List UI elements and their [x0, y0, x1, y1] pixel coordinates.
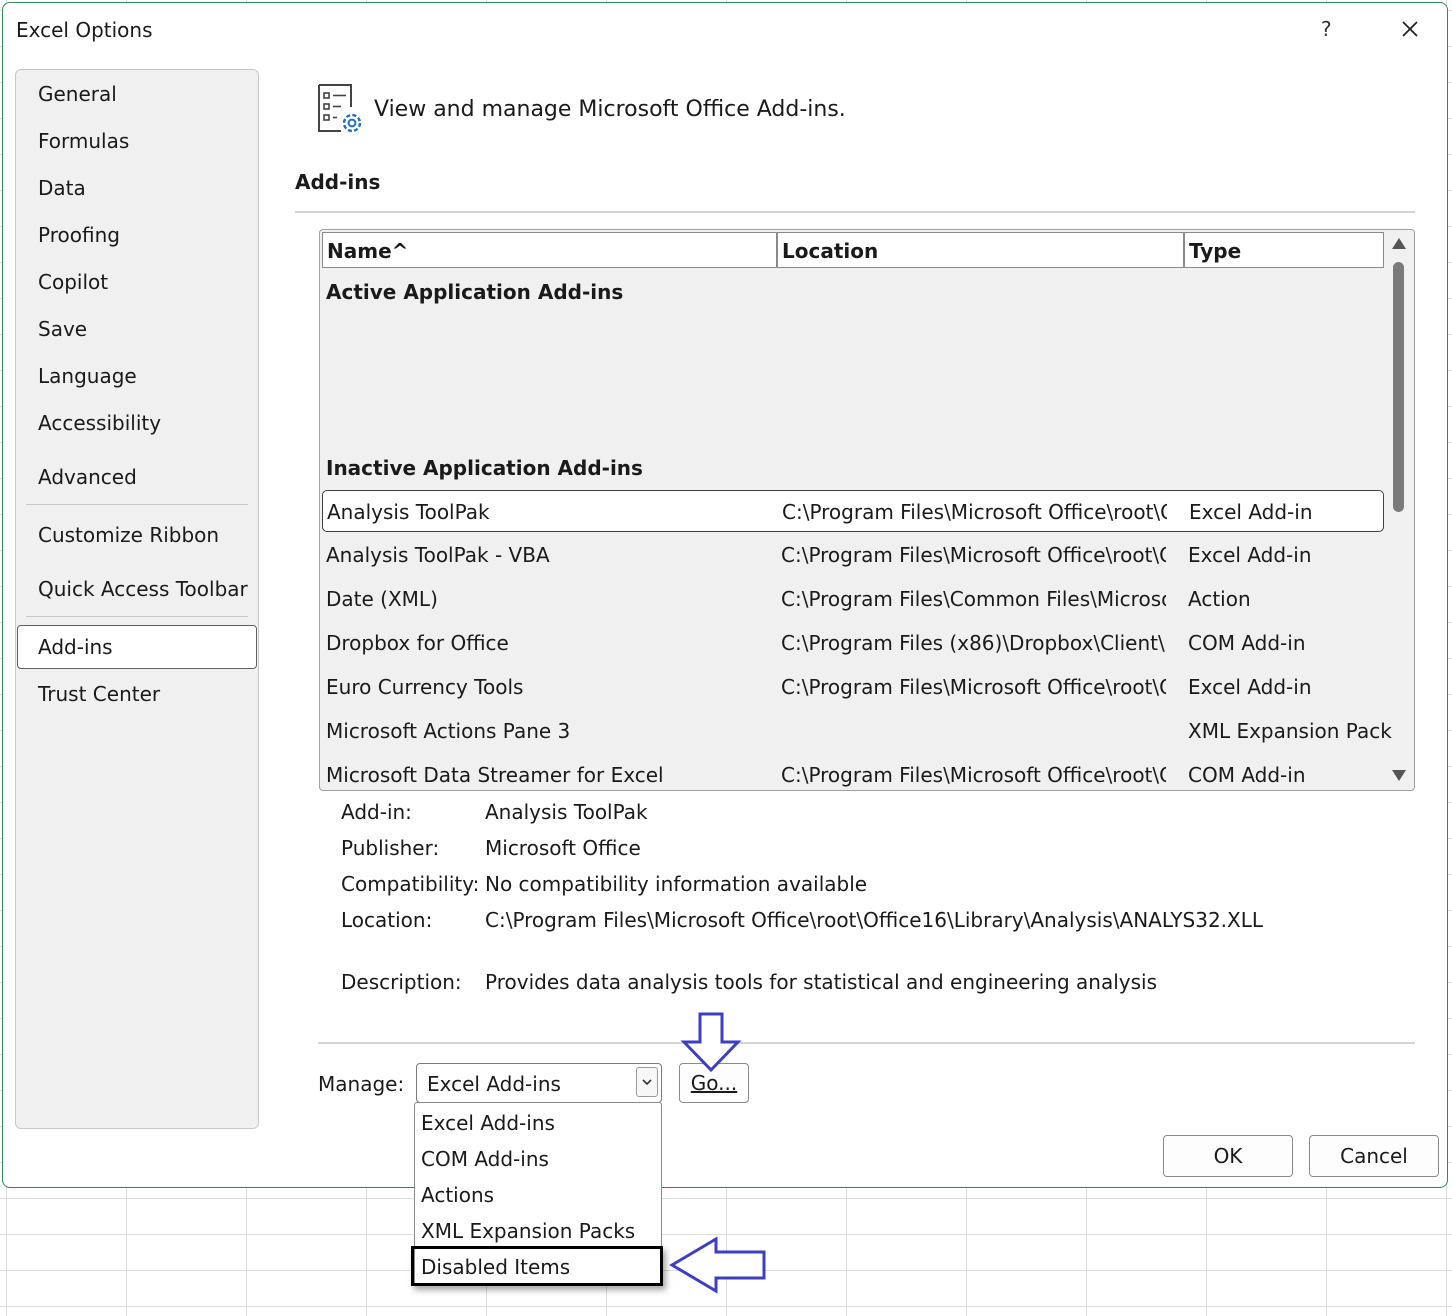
detail-location-value: C:\Program Files\Microsoft Office\root\O… [485, 908, 1264, 932]
section-title: Add-ins [295, 170, 381, 194]
sidebar-item-proofing[interactable]: Proofing [38, 223, 120, 247]
table-row[interactable]: Euro Currency Tools C:\Program Files\Mic… [322, 666, 1384, 708]
addins-list: Name^ Location Type Active Application A… [319, 229, 1415, 791]
sidebar-item-language[interactable]: Language [38, 364, 137, 388]
scroll-up-icon[interactable] [1392, 238, 1406, 249]
option-com-add-ins[interactable]: COM Add-ins [421, 1147, 549, 1171]
detail-compatibility-value: No compatibility information available [485, 872, 868, 896]
manage-label: Manage: [318, 1072, 405, 1096]
sidebar-item-save[interactable]: Save [38, 317, 87, 341]
dropdown-button[interactable] [636, 1067, 658, 1097]
row-type: Action [1188, 587, 1251, 611]
row-location: C:\Program Files\Common Files\Microsof [781, 587, 1166, 611]
option-xml-expansion-packs[interactable]: XML Expansion Packs [421, 1219, 635, 1243]
close-icon[interactable] [1396, 15, 1424, 43]
page-heading: View and manage Microsoft Office Add-ins… [374, 97, 846, 122]
sidebar-item-trust-center[interactable]: Trust Center [38, 682, 160, 706]
sidebar-divider [26, 504, 248, 505]
cancel-button[interactable]: Cancel [1309, 1135, 1439, 1177]
row-name: Microsoft Data Streamer for Excel [326, 763, 664, 787]
manage-divider [318, 1042, 1415, 1044]
chevron-down-icon [642, 1079, 652, 1086]
scroll-thumb[interactable] [1393, 262, 1404, 512]
detail-location-label: Location: [341, 908, 433, 932]
column-header-location[interactable]: Location [777, 232, 1184, 268]
row-name: Analysis ToolPak - VBA [326, 543, 550, 567]
row-type: Excel Add-in [1189, 500, 1313, 524]
sidebar-item-quick-access-toolbar[interactable]: Quick Access Toolbar [38, 577, 248, 601]
sidebar-item-customize-ribbon[interactable]: Customize Ribbon [38, 523, 219, 547]
section-divider [295, 211, 1415, 213]
detail-addin-value: Analysis ToolPak [485, 800, 648, 824]
excel-options-dialog: Excel Options ? General Formulas Data Pr… [2, 2, 1448, 1188]
left-arrow-annotation-icon [669, 1236, 766, 1294]
row-type: XML Expansion Pack [1188, 719, 1392, 743]
sidebar-item-formulas[interactable]: Formulas [38, 129, 129, 153]
row-location: C:\Program Files\Microsoft Office\root\O [781, 763, 1166, 787]
detail-description-value: Provides data analysis tools for statist… [485, 970, 1158, 994]
table-row[interactable]: Date (XML) C:\Program Files\Common Files… [322, 578, 1384, 620]
detail-description-label: Description: [341, 970, 462, 994]
disabled-items-highlight [411, 1246, 663, 1286]
sidebar-item-accessibility[interactable]: Accessibility [38, 411, 161, 435]
group-inactive-addins: Inactive Application Add-ins [326, 456, 643, 480]
row-location: C:\Program Files\Microsoft Office\root\O [781, 543, 1166, 567]
dialog-title: Excel Options [16, 18, 153, 42]
row-location: C:\Program Files\Microsoft Office\root\O [781, 675, 1166, 699]
option-actions[interactable]: Actions [421, 1183, 494, 1207]
list-scrollbar[interactable] [1386, 232, 1412, 788]
group-active-addins: Active Application Add-ins [326, 280, 624, 304]
addins-settings-icon [318, 84, 362, 133]
row-name: Dropbox for Office [326, 631, 509, 655]
row-name: Date (XML) [326, 587, 438, 611]
title-bar: Excel Options ? [3, 3, 1447, 59]
sidebar-item-general[interactable]: General [38, 82, 117, 106]
row-type: Excel Add-in [1188, 675, 1312, 699]
column-header-name[interactable]: Name^ [322, 232, 777, 268]
row-name: Microsoft Actions Pane 3 [326, 719, 571, 743]
manage-selected-value: Excel Add-ins [427, 1072, 561, 1096]
manage-select[interactable]: Excel Add-ins [416, 1063, 662, 1103]
options-sidebar: General Formulas Data Proofing Copilot S… [15, 69, 259, 1129]
sidebar-item-advanced[interactable]: Advanced [38, 465, 137, 489]
row-location: C:\Program Files (x86)\Dropbox\Client\22 [781, 631, 1166, 655]
table-row[interactable]: Microsoft Data Streamer for Excel C:\Pro… [322, 754, 1384, 790]
scroll-down-icon[interactable] [1392, 770, 1406, 781]
row-name: Analysis ToolPak [327, 500, 490, 524]
detail-compatibility-label: Compatibility: [341, 872, 480, 896]
table-row[interactable]: Dropbox for Office C:\Program Files (x86… [322, 622, 1384, 664]
detail-publisher-value: Microsoft Office [485, 836, 641, 860]
help-button[interactable]: ? [1321, 17, 1332, 41]
sidebar-divider [26, 616, 248, 617]
row-location: C:\Program Files\Microsoft Office\root\O [782, 500, 1167, 524]
table-row[interactable]: Analysis ToolPak C:\Program Files\Micros… [322, 490, 1384, 532]
ok-button[interactable]: OK [1163, 1135, 1293, 1177]
option-excel-add-ins[interactable]: Excel Add-ins [421, 1111, 555, 1135]
row-type: Excel Add-in [1188, 543, 1312, 567]
row-name: Euro Currency Tools [326, 675, 524, 699]
row-type: COM Add-in [1188, 631, 1306, 655]
sidebar-item-add-ins[interactable]: Add-ins [38, 635, 113, 659]
go-button-label: Go... [690, 1071, 738, 1095]
row-type: COM Add-in [1188, 763, 1306, 787]
down-arrow-annotation-icon [680, 1012, 742, 1073]
detail-publisher-label: Publisher: [341, 836, 440, 860]
table-row[interactable]: Microsoft Actions Pane 3 XML Expansion P… [322, 710, 1392, 752]
sidebar-item-data[interactable]: Data [38, 176, 86, 200]
sidebar-item-copilot[interactable]: Copilot [38, 270, 108, 294]
table-row[interactable]: Analysis ToolPak - VBA C:\Program Files\… [322, 534, 1384, 576]
column-header-type[interactable]: Type [1184, 232, 1384, 268]
detail-addin-label: Add-in: [341, 800, 412, 824]
